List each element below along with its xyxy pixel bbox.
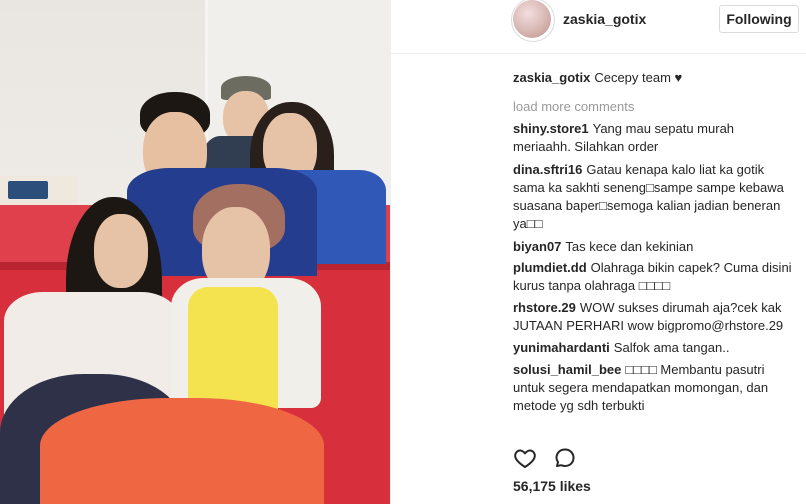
comment-item: yunimahardanti Salfok ama tangan.. xyxy=(513,339,795,357)
caption-text: Cecepy team ♥ xyxy=(594,70,683,85)
following-button[interactable]: Following xyxy=(719,5,799,33)
avatar[interactable] xyxy=(513,0,551,38)
load-more-comments-link[interactable]: load more comments xyxy=(513,98,795,116)
comment-username[interactable]: shiny.store1 xyxy=(513,121,589,136)
comment-username[interactable]: rhstore.29 xyxy=(513,300,576,315)
comment-bubble-icon[interactable] xyxy=(553,446,577,470)
post-username[interactable]: zaskia_gotix xyxy=(563,11,646,27)
comment-username[interactable]: plumdiet.dd xyxy=(513,260,587,275)
post-actions xyxy=(513,446,593,470)
photo-object xyxy=(8,181,48,199)
photo-person-head xyxy=(94,214,148,288)
heart-outline-icon[interactable] xyxy=(513,446,537,470)
comment-item: dina.sftri16 Gatau kenapa kalo liat ka go… xyxy=(513,161,795,233)
post-photo[interactable] xyxy=(0,0,390,504)
comment-item: solusi_hamil_bee □□□□ Membantu pasutri un… xyxy=(513,361,795,415)
comment-username[interactable]: dina.sftri16 xyxy=(513,162,582,177)
comment-item: shiny.store1 Yang mau sepatu murah meriaa… xyxy=(513,120,795,156)
photo-person-skirt xyxy=(40,398,324,504)
likes-count[interactable]: 56,175 likes xyxy=(513,478,591,494)
comment-username[interactable]: solusi_hamil_bee xyxy=(513,362,621,377)
post-caption: zaskia_gotix Cecepy team ♥ xyxy=(513,69,795,87)
comment-item: rhstore.29 WOW sukses dirumah aja?cek kak… xyxy=(513,299,795,335)
comment-item: biyan07 Tas kece dan kekinian xyxy=(513,238,795,256)
comments-list[interactable]: zaskia_gotix Cecepy team ♥ load more comm… xyxy=(513,69,795,433)
comment-text: Tas kece dan kekinian xyxy=(565,239,694,254)
comment-text: Salfok ama tangan.. xyxy=(613,340,730,355)
comment-item: plumdiet.dd Olahraga bikin capek? Cuma di… xyxy=(513,259,795,295)
post-header: zaskia_gotix Following xyxy=(391,0,806,54)
caption-username[interactable]: zaskia_gotix xyxy=(513,70,590,85)
comment-username[interactable]: biyan07 xyxy=(513,239,561,254)
comment-username[interactable]: yunimahardanti xyxy=(513,340,610,355)
post-sidebar: zaskia_gotix Following zaskia_gotix Cecep… xyxy=(390,0,806,504)
